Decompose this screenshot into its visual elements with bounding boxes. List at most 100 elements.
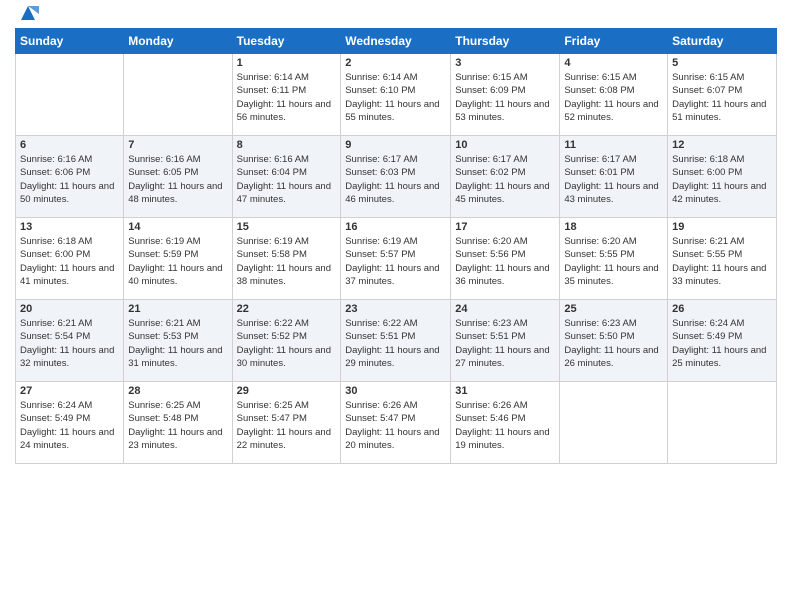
calendar-cell <box>560 382 668 464</box>
calendar-cell: 6 Sunrise: 6:16 AM Sunset: 6:06 PM Daylig… <box>16 136 124 218</box>
calendar-cell: 1 Sunrise: 6:14 AM Sunset: 6:11 PM Daylig… <box>232 54 341 136</box>
day-number: 20 <box>20 303 119 315</box>
calendar-cell <box>16 54 124 136</box>
day-number: 8 <box>237 139 337 151</box>
day-info: Sunrise: 6:24 AM Sunset: 5:49 PM Dayligh… <box>20 399 119 452</box>
day-number: 31 <box>455 385 555 397</box>
weekday-header: Tuesday <box>232 29 341 54</box>
day-info: Sunrise: 6:25 AM Sunset: 5:48 PM Dayligh… <box>128 399 227 452</box>
calendar-cell: 2 Sunrise: 6:14 AM Sunset: 6:10 PM Daylig… <box>341 54 451 136</box>
calendar-cell: 24 Sunrise: 6:23 AM Sunset: 5:51 PM Dayli… <box>451 300 560 382</box>
day-number: 27 <box>20 385 119 397</box>
day-info: Sunrise: 6:20 AM Sunset: 5:56 PM Dayligh… <box>455 235 555 288</box>
day-number: 10 <box>455 139 555 151</box>
day-info: Sunrise: 6:18 AM Sunset: 6:00 PM Dayligh… <box>20 235 119 288</box>
day-info: Sunrise: 6:19 AM Sunset: 5:58 PM Dayligh… <box>237 235 337 288</box>
day-info: Sunrise: 6:20 AM Sunset: 5:55 PM Dayligh… <box>564 235 663 288</box>
day-number: 19 <box>672 221 772 233</box>
day-number: 15 <box>237 221 337 233</box>
day-info: Sunrise: 6:17 AM Sunset: 6:01 PM Dayligh… <box>564 153 663 206</box>
calendar-cell: 16Sunrise: 6:19 AM Sunset: 5:57 PM Dayli… <box>341 218 451 300</box>
calendar-cell: 5Sunrise: 6:15 AM Sunset: 6:07 PM Daylig… <box>668 54 777 136</box>
day-info: Sunrise: 6:16 AM Sunset: 6:04 PM Dayligh… <box>237 153 337 206</box>
calendar-cell: 17 Sunrise: 6:20 AM Sunset: 5:56 PM Dayli… <box>451 218 560 300</box>
calendar-week-row: 27 Sunrise: 6:24 AM Sunset: 5:49 PM Dayli… <box>16 382 777 464</box>
day-info: Sunrise: 6:21 AM Sunset: 5:54 PM Dayligh… <box>20 317 119 370</box>
calendar-cell: 12 Sunrise: 6:18 AM Sunset: 6:00 PM Dayli… <box>668 136 777 218</box>
day-number: 1 <box>237 57 337 69</box>
day-number: 2 <box>345 57 446 69</box>
day-number: 25 <box>564 303 663 315</box>
day-info: Sunrise: 6:14 AM Sunset: 6:11 PM Dayligh… <box>237 71 337 124</box>
calendar-cell: 29Sunrise: 6:25 AM Sunset: 5:47 PM Dayli… <box>232 382 341 464</box>
day-info: Sunrise: 6:21 AM Sunset: 5:53 PM Dayligh… <box>128 317 227 370</box>
weekday-header: Friday <box>560 29 668 54</box>
day-number: 21 <box>128 303 227 315</box>
page: SundayMondayTuesdayWednesdayThursdayFrid… <box>0 0 792 612</box>
calendar-cell: 22Sunrise: 6:22 AM Sunset: 5:52 PM Dayli… <box>232 300 341 382</box>
day-number: 12 <box>672 139 772 151</box>
day-number: 26 <box>672 303 772 315</box>
day-info: Sunrise: 6:24 AM Sunset: 5:49 PM Dayligh… <box>672 317 772 370</box>
calendar-cell: 20 Sunrise: 6:21 AM Sunset: 5:54 PM Dayli… <box>16 300 124 382</box>
day-info: Sunrise: 6:19 AM Sunset: 5:57 PM Dayligh… <box>345 235 446 288</box>
day-info: Sunrise: 6:22 AM Sunset: 5:52 PM Dayligh… <box>237 317 337 370</box>
day-number: 29 <box>237 385 337 397</box>
calendar-cell: 25 Sunrise: 6:23 AM Sunset: 5:50 PM Dayli… <box>560 300 668 382</box>
calendar-cell <box>124 54 232 136</box>
calendar-cell: 4 Sunrise: 6:15 AM Sunset: 6:08 PM Daylig… <box>560 54 668 136</box>
calendar-cell: 7Sunrise: 6:16 AM Sunset: 6:05 PM Daylig… <box>124 136 232 218</box>
calendar-cell <box>668 382 777 464</box>
calendar-cell: 8 Sunrise: 6:16 AM Sunset: 6:04 PM Daylig… <box>232 136 341 218</box>
day-number: 6 <box>20 139 119 151</box>
calendar-cell: 3 Sunrise: 6:15 AM Sunset: 6:09 PM Daylig… <box>451 54 560 136</box>
calendar-table: SundayMondayTuesdayWednesdayThursdayFrid… <box>15 28 777 464</box>
calendar-cell: 19 Sunrise: 6:21 AM Sunset: 5:55 PM Dayli… <box>668 218 777 300</box>
weekday-header: Saturday <box>668 29 777 54</box>
day-number: 4 <box>564 57 663 69</box>
calendar-header-row: SundayMondayTuesdayWednesdayThursdayFrid… <box>16 29 777 54</box>
day-info: Sunrise: 6:23 AM Sunset: 5:51 PM Dayligh… <box>455 317 555 370</box>
day-number: 30 <box>345 385 446 397</box>
day-number: 17 <box>455 221 555 233</box>
day-number: 24 <box>455 303 555 315</box>
weekday-header: Wednesday <box>341 29 451 54</box>
day-info: Sunrise: 6:26 AM Sunset: 5:47 PM Dayligh… <box>345 399 446 452</box>
day-number: 14 <box>128 221 227 233</box>
day-info: Sunrise: 6:17 AM Sunset: 6:02 PM Dayligh… <box>455 153 555 206</box>
calendar-cell: 26 Sunrise: 6:24 AM Sunset: 5:49 PM Dayli… <box>668 300 777 382</box>
day-number: 7 <box>128 139 227 151</box>
calendar-cell: 10 Sunrise: 6:17 AM Sunset: 6:02 PM Dayli… <box>451 136 560 218</box>
calendar-cell: 15 Sunrise: 6:19 AM Sunset: 5:58 PM Dayli… <box>232 218 341 300</box>
weekday-header: Sunday <box>16 29 124 54</box>
calendar-cell: 11 Sunrise: 6:17 AM Sunset: 6:01 PM Dayli… <box>560 136 668 218</box>
day-info: Sunrise: 6:21 AM Sunset: 5:55 PM Dayligh… <box>672 235 772 288</box>
calendar-cell: 23Sunrise: 6:22 AM Sunset: 5:51 PM Dayli… <box>341 300 451 382</box>
calendar-cell: 27 Sunrise: 6:24 AM Sunset: 5:49 PM Dayli… <box>16 382 124 464</box>
day-info: Sunrise: 6:23 AM Sunset: 5:50 PM Dayligh… <box>564 317 663 370</box>
calendar-week-row: 20 Sunrise: 6:21 AM Sunset: 5:54 PM Dayli… <box>16 300 777 382</box>
day-info: Sunrise: 6:15 AM Sunset: 6:09 PM Dayligh… <box>455 71 555 124</box>
logo-icon <box>17 2 39 24</box>
day-number: 3 <box>455 57 555 69</box>
day-number: 11 <box>564 139 663 151</box>
calendar-week-row: 6 Sunrise: 6:16 AM Sunset: 6:06 PM Daylig… <box>16 136 777 218</box>
calendar-cell: 21 Sunrise: 6:21 AM Sunset: 5:53 PM Dayli… <box>124 300 232 382</box>
day-info: Sunrise: 6:17 AM Sunset: 6:03 PM Dayligh… <box>345 153 446 206</box>
calendar-cell: 28 Sunrise: 6:25 AM Sunset: 5:48 PM Dayli… <box>124 382 232 464</box>
day-info: Sunrise: 6:16 AM Sunset: 6:06 PM Dayligh… <box>20 153 119 206</box>
day-info: Sunrise: 6:14 AM Sunset: 6:10 PM Dayligh… <box>345 71 446 124</box>
day-info: Sunrise: 6:15 AM Sunset: 6:07 PM Dayligh… <box>672 71 772 124</box>
weekday-header: Thursday <box>451 29 560 54</box>
weekday-header: Monday <box>124 29 232 54</box>
logo <box>15 10 39 22</box>
calendar-cell: 9Sunrise: 6:17 AM Sunset: 6:03 PM Daylig… <box>341 136 451 218</box>
day-info: Sunrise: 6:18 AM Sunset: 6:00 PM Dayligh… <box>672 153 772 206</box>
calendar-cell: 13Sunrise: 6:18 AM Sunset: 6:00 PM Dayli… <box>16 218 124 300</box>
day-info: Sunrise: 6:15 AM Sunset: 6:08 PM Dayligh… <box>564 71 663 124</box>
day-info: Sunrise: 6:26 AM Sunset: 5:46 PM Dayligh… <box>455 399 555 452</box>
calendar-cell: 18Sunrise: 6:20 AM Sunset: 5:55 PM Dayli… <box>560 218 668 300</box>
day-info: Sunrise: 6:19 AM Sunset: 5:59 PM Dayligh… <box>128 235 227 288</box>
calendar-cell: 14 Sunrise: 6:19 AM Sunset: 5:59 PM Dayli… <box>124 218 232 300</box>
day-number: 28 <box>128 385 227 397</box>
